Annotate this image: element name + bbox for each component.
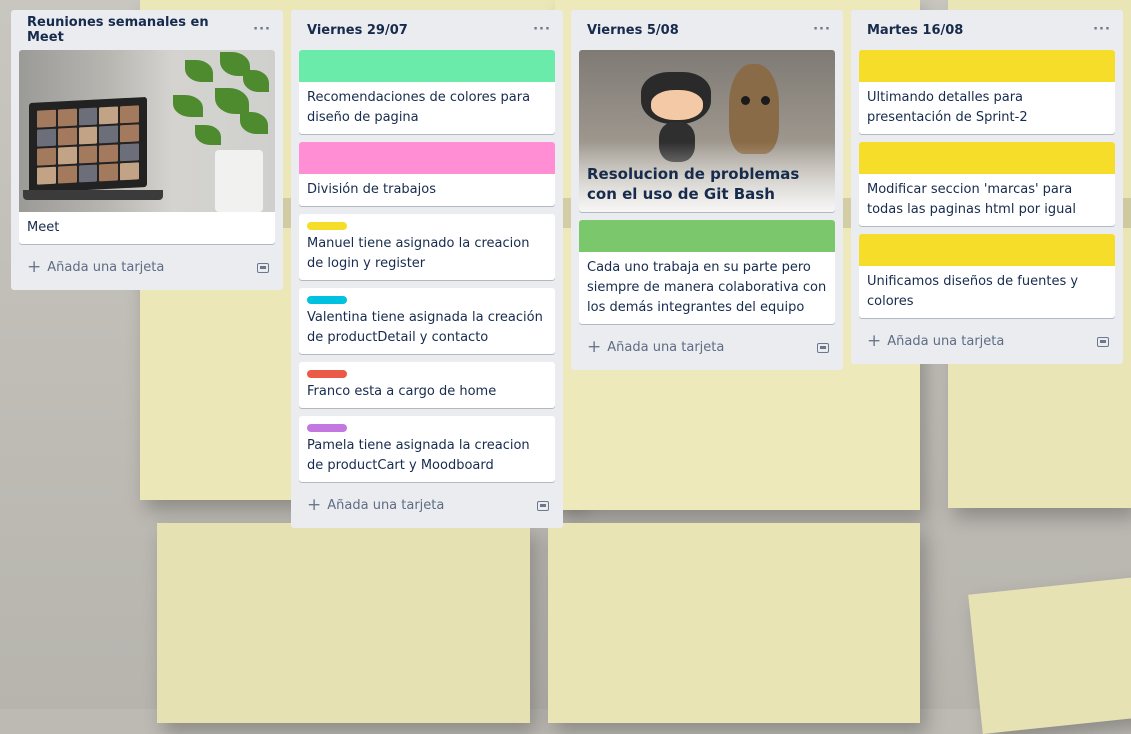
sticky-note: [548, 523, 920, 723]
card-label-yellow[interactable]: [307, 222, 347, 230]
card-title: Resolucion de problemas con el uso de Gi…: [587, 165, 800, 203]
card-title: Unificamos diseños de fuentes y colores: [867, 274, 1079, 309]
add-card-row: + Añada una tarjeta: [299, 490, 555, 520]
card[interactable]: Cada uno trabaja en su parte pero siempr…: [579, 220, 835, 324]
card-title: Ultimando detalles para presentación de …: [867, 90, 1028, 125]
card-git-bash[interactable]: Resolucion de problemas con el uso de Gi…: [579, 50, 835, 212]
list-title[interactable]: Reuniones semanales en Meet: [27, 15, 249, 45]
card-label-purple[interactable]: [307, 424, 347, 432]
add-card-button[interactable]: + Añada una tarjeta: [587, 337, 725, 357]
card-title: Valentina tiene asignada la creación de …: [307, 310, 543, 345]
add-card-label: Añada una tarjeta: [327, 497, 445, 513]
list-viernes-29-07: Viernes 29/07 ··· Recomendaciones de col…: [291, 10, 563, 528]
card[interactable]: Pamela tiene asignada la creacion de pro…: [299, 416, 555, 482]
card-cover: [859, 234, 1115, 266]
plus-icon: +: [27, 257, 42, 277]
card[interactable]: División de trabajos: [299, 142, 555, 206]
list-title[interactable]: Martes 16/08: [867, 23, 963, 38]
sticky-note: [968, 575, 1131, 734]
add-card-row: + Añada una tarjeta: [859, 326, 1115, 356]
card-cover: [579, 220, 835, 252]
card[interactable]: Ultimando detalles para presentación de …: [859, 50, 1115, 134]
card-cover: [859, 142, 1115, 174]
card-template-icon[interactable]: [817, 341, 831, 353]
plus-icon: +: [587, 337, 602, 357]
card[interactable]: Modificar seccion 'marcas' para todas la…: [859, 142, 1115, 226]
list-martes-16-08: Martes 16/08 ··· Ultimando detalles para…: [851, 10, 1123, 364]
list-header[interactable]: Martes 16/08 ···: [859, 10, 1115, 50]
sticky-note: [157, 523, 530, 723]
more-horizontal-icon[interactable]: ···: [529, 18, 555, 42]
more-horizontal-icon[interactable]: ···: [809, 18, 835, 42]
more-horizontal-icon[interactable]: ···: [1089, 18, 1115, 42]
list-viernes-5-08: Viernes 5/08 ··· Resolucion de problemas…: [571, 10, 843, 370]
add-card-label: Añada una tarjeta: [607, 339, 725, 355]
card-cover: [859, 50, 1115, 82]
list-reuniones: Reuniones semanales en Meet ··· Meet + A…: [11, 10, 283, 290]
card-title: Recomendaciones de colores para diseño d…: [307, 90, 531, 125]
card-title: Meet: [27, 220, 60, 235]
card-cover: [299, 50, 555, 82]
add-card-button[interactable]: + Añada una tarjeta: [27, 257, 165, 277]
list-title[interactable]: Viernes 29/07: [307, 23, 408, 38]
card-title: Cada uno trabaja en su parte pero siempr…: [587, 260, 827, 315]
add-card-button[interactable]: + Añada una tarjeta: [307, 495, 445, 515]
more-horizontal-icon[interactable]: ···: [249, 18, 275, 42]
plus-icon: +: [307, 495, 322, 515]
list-header[interactable]: Viernes 5/08 ···: [579, 10, 835, 50]
card-title: Modificar seccion 'marcas' para todas la…: [867, 182, 1076, 217]
add-card-row: + Añada una tarjeta: [579, 332, 835, 362]
github-octocat-groot-photo: Resolucion de problemas con el uso de Gi…: [579, 50, 835, 212]
card[interactable]: Recomendaciones de colores para diseño d…: [299, 50, 555, 134]
card-title: Pamela tiene asignada la creacion de pro…: [307, 438, 530, 473]
plus-icon: +: [867, 331, 882, 351]
card-meet[interactable]: Meet: [19, 50, 275, 244]
list-header[interactable]: Reuniones semanales en Meet ···: [19, 10, 275, 50]
card-cover: [299, 142, 555, 174]
add-card-row: + Añada una tarjeta: [19, 252, 275, 282]
card-label-red[interactable]: [307, 370, 347, 378]
add-card-label: Añada una tarjeta: [887, 333, 1005, 349]
card[interactable]: Unificamos diseños de fuentes y colores: [859, 234, 1115, 318]
meet-laptop-photo: [19, 50, 275, 212]
card-title: Manuel tiene asignado la creacion de log…: [307, 236, 530, 271]
list-title[interactable]: Viernes 5/08: [587, 23, 679, 38]
card[interactable]: Manuel tiene asignado la creacion de log…: [299, 214, 555, 280]
add-card-label: Añada una tarjeta: [47, 259, 165, 275]
card-template-icon[interactable]: [257, 261, 271, 273]
card-template-icon[interactable]: [537, 499, 551, 511]
card[interactable]: Franco esta a cargo de home: [299, 362, 555, 408]
card[interactable]: Valentina tiene asignada la creación de …: [299, 288, 555, 354]
card-label-sky[interactable]: [307, 296, 347, 304]
card-title: Franco esta a cargo de home: [307, 384, 497, 399]
card-template-icon[interactable]: [1097, 335, 1111, 347]
list-header[interactable]: Viernes 29/07 ···: [299, 10, 555, 50]
add-card-button[interactable]: + Añada una tarjeta: [867, 331, 1005, 351]
card-title: División de trabajos: [307, 182, 436, 197]
